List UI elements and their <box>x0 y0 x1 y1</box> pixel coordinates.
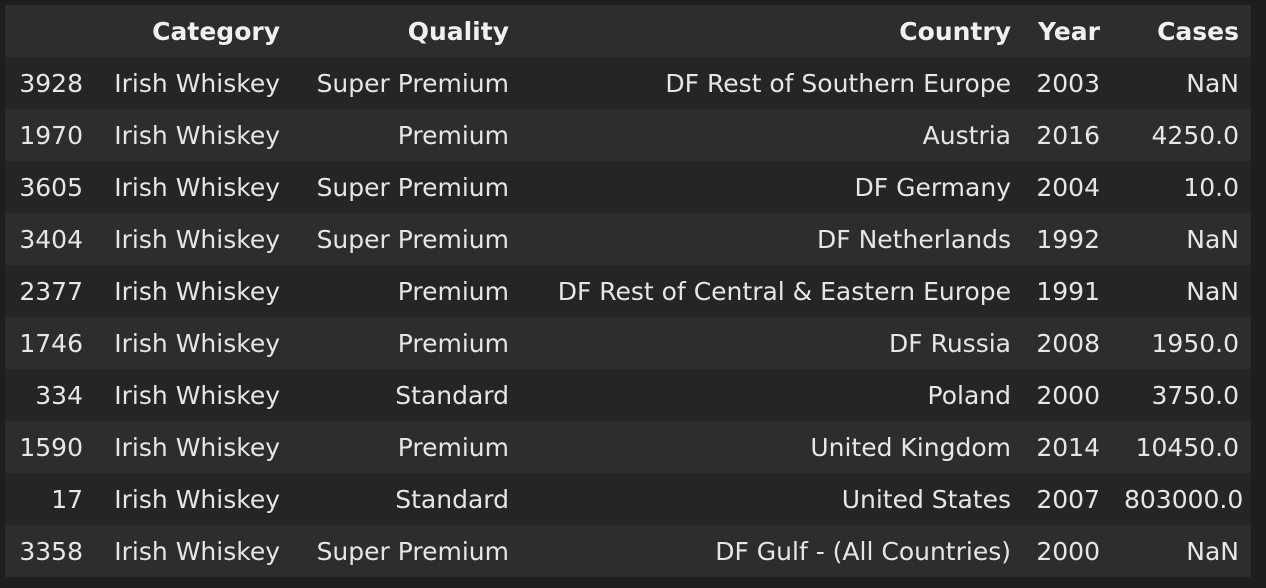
table-row: 3404 Irish Whiskey Super Premium DF Neth… <box>5 213 1251 265</box>
cell-category: Irish Whiskey <box>114 224 280 254</box>
cell-cases: NaN <box>1186 276 1239 306</box>
cell-year: 2007 <box>1036 484 1100 514</box>
cell-country: United Kingdom <box>810 432 1011 462</box>
table-row: 3605 Irish Whiskey Super Premium DF Germ… <box>5 161 1251 213</box>
cell-category: Irish Whiskey <box>114 432 280 462</box>
table-row: 2377 Irish Whiskey Premium DF Rest of Ce… <box>5 265 1251 317</box>
row-index: 3358 <box>19 536 83 566</box>
cell-category: Irish Whiskey <box>114 536 280 566</box>
cell-country: DF Netherlands <box>817 224 1011 254</box>
table-row: 3928 Irish Whiskey Super Premium DF Rest… <box>5 57 1251 109</box>
cell-cases: 10450.0 <box>1135 432 1239 462</box>
header-row: Category Quality Country Year Cases <box>5 5 1251 57</box>
cell-year: 1992 <box>1036 224 1100 254</box>
cell-country: DF Rest of Southern Europe <box>665 68 1011 98</box>
dataframe-output: Category Quality Country Year Cases 3928… <box>5 5 1251 577</box>
table-row: 1970 Irish Whiskey Premium Austria 2016 … <box>5 109 1251 161</box>
row-index: 17 <box>51 484 83 514</box>
cell-country: DF Russia <box>889 328 1011 358</box>
cell-category: Irish Whiskey <box>114 328 280 358</box>
cell-year: 1991 <box>1036 276 1100 306</box>
table-row: 3358 Irish Whiskey Super Premium DF Gulf… <box>5 525 1251 577</box>
cell-category: Irish Whiskey <box>114 172 280 202</box>
row-index: 3404 <box>19 224 83 254</box>
cell-cases: 3750.0 <box>1151 380 1239 410</box>
row-index: 1746 <box>19 328 83 358</box>
cell-category: Irish Whiskey <box>114 380 280 410</box>
cell-country: DF Rest of Central & Eastern Europe <box>557 276 1011 306</box>
cell-quality: Super Premium <box>316 172 509 202</box>
row-index: 1970 <box>19 120 83 150</box>
cell-quality: Premium <box>397 120 509 150</box>
cell-quality: Super Premium <box>316 68 509 98</box>
column-header-cases: Cases <box>1157 16 1239 46</box>
cell-year: 2008 <box>1036 328 1100 358</box>
cell-year: 2016 <box>1036 120 1100 150</box>
column-header-year: Year <box>1038 16 1100 46</box>
cell-quality: Standard <box>395 380 509 410</box>
cell-year: 2003 <box>1036 68 1100 98</box>
column-header-quality: Quality <box>407 16 509 46</box>
cell-year: 2004 <box>1036 172 1100 202</box>
cell-country: Austria <box>922 120 1011 150</box>
table-row: 17 Irish Whiskey Standard United States … <box>5 473 1251 525</box>
row-index: 2377 <box>19 276 83 306</box>
cell-quality: Premium <box>397 328 509 358</box>
cell-quality: Standard <box>395 484 509 514</box>
column-header-category: Category <box>152 16 280 46</box>
cell-category: Irish Whiskey <box>114 68 280 98</box>
cell-country: Poland <box>927 380 1011 410</box>
cell-category: Irish Whiskey <box>114 276 280 306</box>
row-index: 1590 <box>19 432 83 462</box>
row-index: 3605 <box>19 172 83 202</box>
cell-category: Irish Whiskey <box>114 484 280 514</box>
cell-category: Irish Whiskey <box>114 120 280 150</box>
table-row: 1746 Irish Whiskey Premium DF Russia 200… <box>5 317 1251 369</box>
cell-quality: Premium <box>397 276 509 306</box>
index-header <box>5 5 95 57</box>
cell-quality: Super Premium <box>316 224 509 254</box>
cell-cases: 4250.0 <box>1151 120 1239 150</box>
cell-cases: 1950.0 <box>1151 328 1239 358</box>
cell-cases: NaN <box>1186 536 1239 566</box>
cell-year: 2014 <box>1036 432 1100 462</box>
cell-year: 2000 <box>1036 380 1100 410</box>
cell-quality: Premium <box>397 432 509 462</box>
cell-cases: 803000.0 <box>1124 484 1244 514</box>
row-index: 334 <box>35 380 83 410</box>
cell-cases: 10.0 <box>1183 172 1239 202</box>
column-header-country: Country <box>899 16 1011 46</box>
table-row: 1590 Irish Whiskey Premium United Kingdo… <box>5 421 1251 473</box>
cell-year: 2000 <box>1036 536 1100 566</box>
cell-cases: NaN <box>1186 224 1239 254</box>
table-row: 334 Irish Whiskey Standard Poland 2000 3… <box>5 369 1251 421</box>
cell-country: DF Germany <box>854 172 1011 202</box>
cell-country: United States <box>841 484 1011 514</box>
dataframe-table: Category Quality Country Year Cases 3928… <box>5 5 1251 577</box>
cell-cases: NaN <box>1186 68 1239 98</box>
row-index: 3928 <box>19 68 83 98</box>
cell-quality: Super Premium <box>316 536 509 566</box>
cell-country: DF Gulf - (All Countries) <box>715 536 1011 566</box>
